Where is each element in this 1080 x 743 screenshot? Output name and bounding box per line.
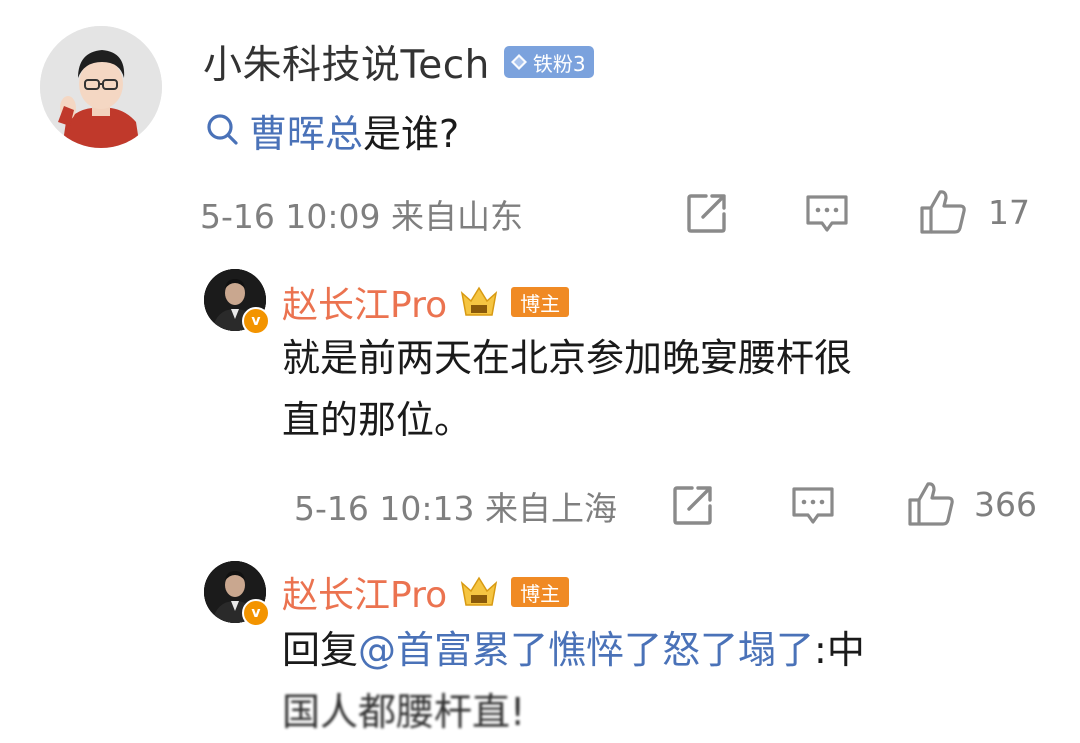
- commenter-avatar[interactable]: [40, 26, 162, 148]
- reply-comment-button[interactable]: [790, 484, 836, 528]
- fan-badge-label: 铁粉3: [532, 51, 586, 76]
- commenter-name[interactable]: 小朱科技说Tech: [203, 34, 490, 90]
- share-icon: [687, 194, 726, 233]
- reply-text-line: 就是前两天在北京参加晚宴腰杆很: [282, 336, 853, 380]
- reply-text-line: 直的那位。: [282, 398, 473, 442]
- comment-text: 是谁?: [363, 111, 460, 156]
- topic-link[interactable]: 曹晖总: [249, 103, 363, 158]
- blogger-badge: 博主: [511, 577, 570, 607]
- reply-timestamp: 5-16 10:13 来自上海: [294, 489, 617, 528]
- replier-name[interactable]: 赵长江Pro: [282, 276, 447, 328]
- reply-share-button[interactable]: [672, 484, 716, 526]
- verified-badge: v: [242, 307, 270, 335]
- replier-name[interactable]: 赵长江Pro: [282, 566, 447, 618]
- replier-avatar[interactable]: v: [204, 269, 270, 335]
- replier-avatar[interactable]: v: [204, 561, 270, 627]
- comment-icon: [806, 195, 848, 232]
- reply-text-blurred: 国人都腰杆直!: [282, 690, 526, 734]
- crown-icon: [460, 286, 498, 316]
- share-icon: [673, 486, 712, 525]
- reply-like-count: 366: [974, 484, 1037, 524]
- verified-badge: v: [242, 599, 270, 627]
- comment-button[interactable]: [804, 192, 850, 236]
- like-button[interactable]: 17: [918, 188, 1030, 236]
- share-button[interactable]: [686, 192, 730, 234]
- reply-like-button[interactable]: 366: [906, 480, 1037, 528]
- comment-icon: [792, 487, 834, 524]
- thumbs-up-icon: [908, 482, 954, 526]
- comment-timestamp: 5-16 10:09 来自山东: [200, 197, 523, 236]
- fan-level-badge[interactable]: 铁粉3: [503, 46, 594, 78]
- crown-icon: [460, 576, 498, 606]
- reply-text-line: 国人都腰杆直!: [282, 681, 1062, 743]
- search-icon: [207, 114, 238, 145]
- blogger-badge: 博主: [511, 287, 570, 317]
- cartoon-avatar-icon: [40, 26, 162, 148]
- reply-text: :中: [814, 628, 865, 672]
- like-count: 17: [988, 192, 1030, 232]
- reply-text-line: 回复@首富累了憔悴了怒了塌了:中: [282, 619, 1062, 681]
- mention-link[interactable]: @首富累了憔悴了怒了塌了: [358, 628, 814, 672]
- reply-prefix: 回复: [282, 628, 359, 672]
- diamond-icon: [510, 54, 527, 70]
- thumbs-up-icon: [920, 190, 966, 234]
